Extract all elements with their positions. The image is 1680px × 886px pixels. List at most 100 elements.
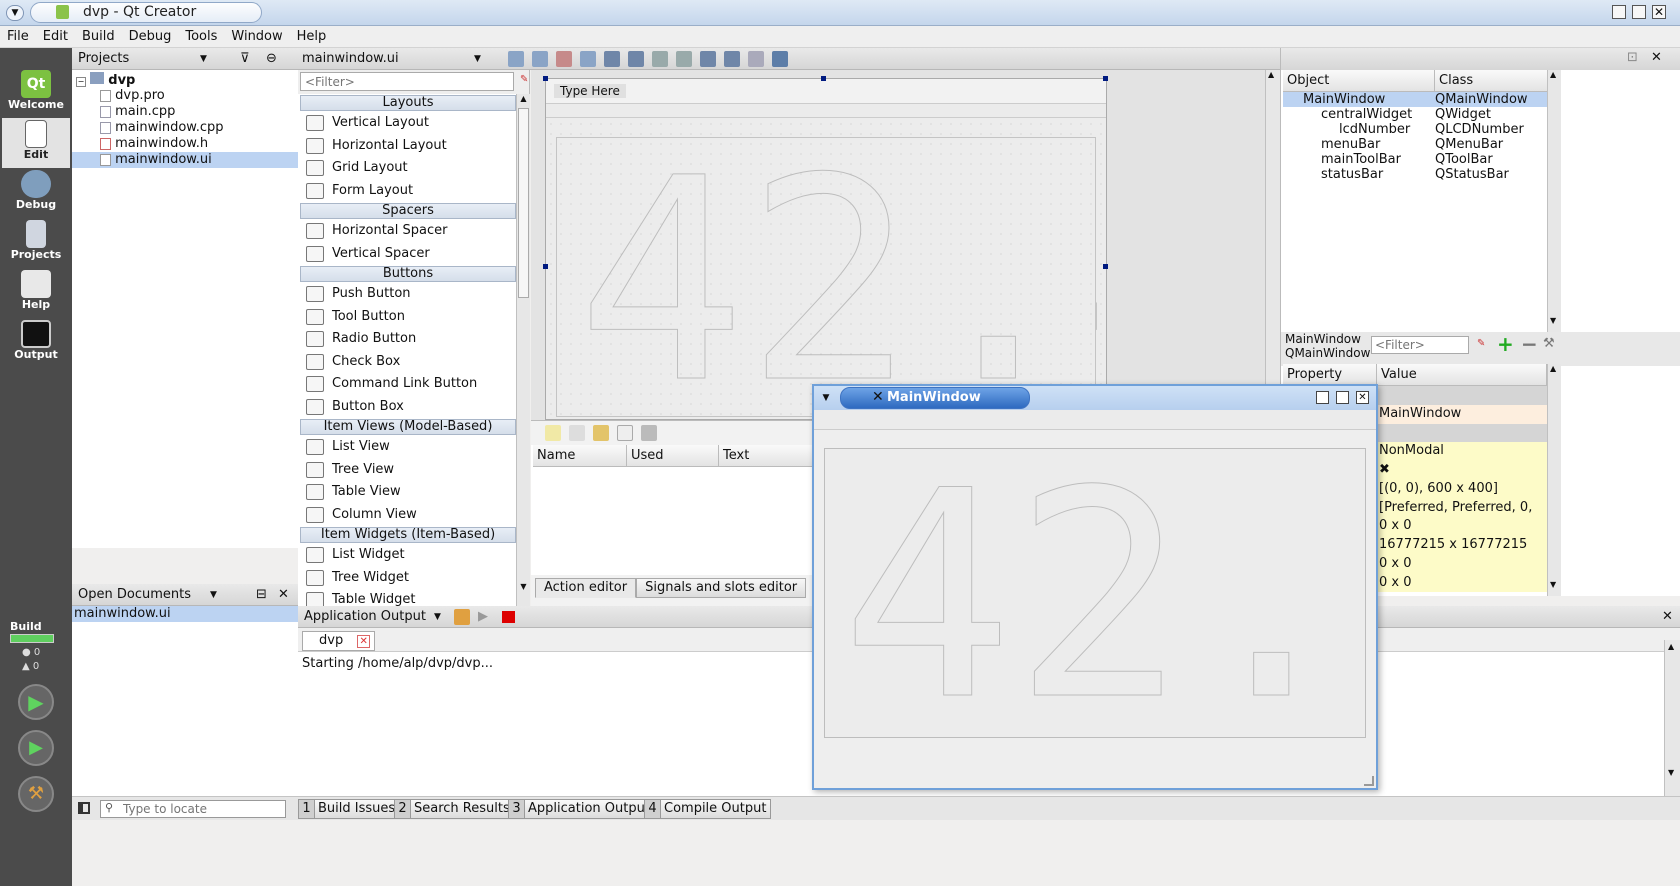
scroll-up-icon[interactable]: ▲ bbox=[1550, 70, 1556, 79]
widget-item[interactable]: Check Box bbox=[300, 351, 516, 374]
form-lcd-number[interactable]: 42.42 bbox=[556, 119, 1420, 446]
preview-close-button[interactable]: ✕ bbox=[1356, 391, 1369, 404]
property-value[interactable]: 16777215 x 16777215 bbox=[1377, 536, 1547, 555]
property-value[interactable]: MainWindow bbox=[1377, 404, 1547, 424]
tab-search-results[interactable]: 2 Search Results bbox=[394, 799, 515, 819]
new-action-icon[interactable] bbox=[545, 425, 561, 441]
widget-group-header[interactable]: Spacers bbox=[300, 203, 516, 219]
toggle-sidebar-icon[interactable] bbox=[78, 802, 90, 814]
edit-widgets-icon[interactable] bbox=[508, 51, 524, 67]
widget-group-header[interactable]: Layouts bbox=[300, 95, 516, 111]
scroll-up-icon[interactable]: ▲ bbox=[1668, 642, 1674, 651]
widget-group-header[interactable]: Item Views (Model-Based) bbox=[300, 419, 516, 435]
close-icon[interactable]: ✕ bbox=[1662, 606, 1673, 628]
widget-item[interactable]: Grid Layout bbox=[300, 157, 516, 180]
layout-form-icon[interactable] bbox=[700, 51, 716, 67]
widget-group-header[interactable]: Buttons bbox=[300, 266, 516, 282]
close-button[interactable]: ✕ bbox=[1652, 5, 1666, 19]
mode-help[interactable]: Help bbox=[2, 268, 70, 318]
tree-file[interactable]: main.cpp bbox=[72, 104, 298, 120]
object-row[interactable]: statusBar QStatusBar bbox=[1283, 167, 1553, 182]
preview-maximize-button[interactable] bbox=[1336, 391, 1349, 404]
column-header-object[interactable]: Object bbox=[1283, 70, 1435, 92]
widget-item[interactable]: Form Layout bbox=[300, 180, 516, 203]
layout-vertical-icon[interactable] bbox=[628, 51, 644, 67]
edit-buddies-icon[interactable] bbox=[556, 51, 572, 67]
property-value[interactable]: NonModal bbox=[1377, 442, 1547, 461]
menu-window[interactable]: Window bbox=[224, 26, 289, 48]
column-header-value[interactable]: Value bbox=[1377, 364, 1547, 386]
menu-tools[interactable]: Tools bbox=[178, 26, 224, 48]
scroll-down-icon[interactable]: ▼ bbox=[517, 582, 530, 596]
open-document-item[interactable]: mainwindow.ui bbox=[72, 606, 298, 622]
stop-icon[interactable] bbox=[502, 611, 515, 623]
menu-file[interactable]: File bbox=[0, 26, 36, 48]
tree-file[interactable]: mainwindow.cpp bbox=[72, 120, 298, 136]
editor-file-combo[interactable]: mainwindow.ui ▼ bbox=[302, 48, 494, 70]
scroll-up-icon[interactable]: ▲ bbox=[1550, 364, 1556, 373]
object-row[interactable]: centralWidget QWidget bbox=[1283, 107, 1553, 122]
menu-build[interactable]: Build bbox=[75, 26, 122, 48]
preview-minimize-button[interactable] bbox=[1316, 391, 1329, 404]
run-icon[interactable]: ▶ bbox=[478, 606, 488, 628]
configure-icon[interactable]: ⚒ bbox=[1543, 336, 1555, 351]
filter-icon[interactable]: ⊽ bbox=[240, 48, 250, 70]
menu-edit[interactable]: Edit bbox=[36, 26, 75, 48]
layout-horizontal-icon[interactable] bbox=[604, 51, 620, 67]
property-scrollbar[interactable]: ▲ ▼ bbox=[1547, 364, 1561, 596]
tab-build-issues[interactable]: 1 Build Issues bbox=[298, 799, 401, 819]
property-value[interactable]: ✖ bbox=[1377, 461, 1547, 480]
widget-item[interactable]: Tool Button bbox=[300, 306, 516, 329]
object-row[interactable]: mainToolBar QToolBar bbox=[1283, 152, 1553, 167]
resize-handle[interactable] bbox=[1103, 264, 1108, 269]
paste-action-icon[interactable] bbox=[593, 425, 609, 441]
copy-action-icon[interactable] bbox=[569, 425, 585, 441]
form-menubar[interactable]: Type Here bbox=[546, 79, 1106, 104]
rerun-icon[interactable] bbox=[454, 609, 470, 625]
widget-item[interactable]: List View bbox=[300, 436, 516, 459]
column-header-name[interactable]: Name bbox=[533, 445, 627, 467]
scroll-up-icon[interactable]: ▲ bbox=[517, 94, 530, 108]
widget-item[interactable]: Horizontal Layout bbox=[300, 135, 516, 158]
output-tab-dvp[interactable]: dvp ✕ bbox=[302, 631, 376, 651]
column-header-property[interactable]: Property bbox=[1283, 364, 1377, 386]
tab-signals-slots-editor[interactable]: Signals and slots editor bbox=[636, 578, 807, 598]
clear-filter-icon[interactable]: ✎ bbox=[520, 74, 528, 85]
column-header-used[interactable]: Used bbox=[627, 445, 719, 467]
widget-group-header[interactable]: Item Widgets (Item-Based) bbox=[300, 527, 516, 543]
mode-edit[interactable]: Edit bbox=[2, 118, 70, 168]
widget-item[interactable]: Push Button bbox=[300, 283, 516, 306]
mode-output[interactable]: Output bbox=[2, 318, 70, 368]
widget-item[interactable]: List Widget bbox=[300, 544, 516, 567]
float-icon[interactable]: ⊡ bbox=[1627, 50, 1638, 65]
preview-window[interactable]: ▼ MainWindow ✕ ✕ 42.42 bbox=[812, 384, 1680, 790]
mode-welcome[interactable]: Qt Welcome bbox=[2, 68, 70, 118]
edit-tab-order-icon[interactable] bbox=[580, 51, 596, 67]
window-menu-icon[interactable]: ▼ bbox=[818, 391, 834, 405]
output-scrollbar[interactable]: ▲ ▼ bbox=[1664, 640, 1680, 796]
splitter-horizontal-icon[interactable] bbox=[652, 51, 668, 67]
chevron-down-icon[interactable]: ▼ bbox=[434, 606, 441, 628]
property-value[interactable]: 0 x 0 bbox=[1377, 573, 1547, 593]
scroll-down-icon[interactable]: ▼ bbox=[1550, 580, 1556, 589]
run-button[interactable]: ▶ bbox=[18, 684, 54, 720]
configure-icon[interactable] bbox=[641, 425, 657, 441]
add-property-icon[interactable]: + bbox=[1497, 332, 1514, 356]
property-value[interactable]: [Preferred, Preferred, 0, 0] bbox=[1377, 498, 1547, 533]
object-row[interactable]: menuBar QMenuBar bbox=[1283, 137, 1553, 152]
tab-action-editor[interactable]: Action editor bbox=[535, 578, 637, 598]
window-menu-icon[interactable]: ▼ bbox=[6, 5, 24, 21]
object-scrollbar[interactable]: ▲ ▼ bbox=[1547, 70, 1561, 332]
property-filter-input[interactable] bbox=[1371, 336, 1469, 354]
widget-item[interactable]: Vertical Spacer bbox=[300, 243, 516, 266]
close-icon[interactable]: ✕ bbox=[1651, 50, 1662, 65]
tree-file[interactable]: mainwindow.h bbox=[72, 136, 298, 152]
tree-file[interactable]: dvp.pro bbox=[72, 88, 298, 104]
tree-file-selected[interactable]: mainwindow.ui bbox=[72, 152, 298, 168]
form-main-window[interactable]: Type Here 42.42 bbox=[545, 78, 1420, 446]
widget-item[interactable]: Horizontal Spacer bbox=[300, 220, 516, 243]
widget-item[interactable]: Tree View bbox=[300, 459, 516, 482]
widget-item[interactable]: Table View bbox=[300, 481, 516, 504]
widget-box-scrollbar[interactable]: ▲ ▼ bbox=[516, 94, 530, 606]
property-value[interactable] bbox=[1377, 386, 1547, 405]
